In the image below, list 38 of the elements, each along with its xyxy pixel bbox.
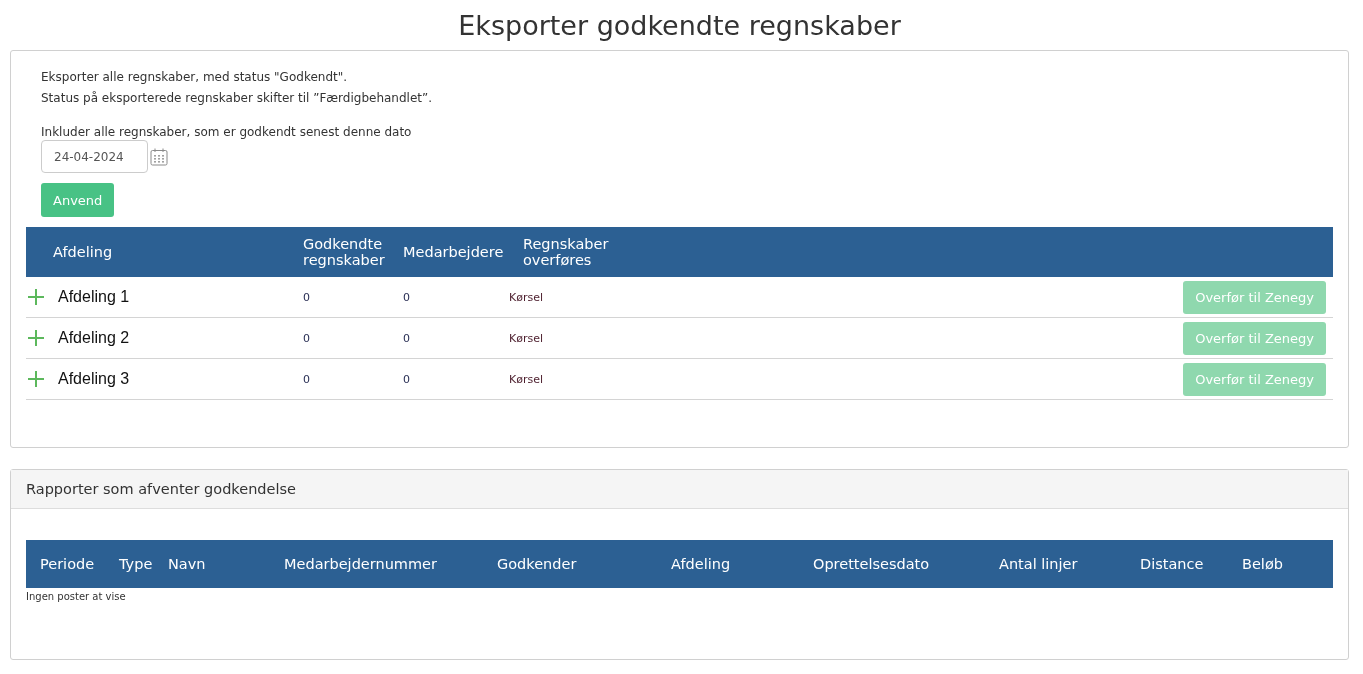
column-header: Afdeling: [52, 244, 113, 260]
column-header: Afdeling: [671, 556, 731, 572]
column-header: Beløb: [1242, 556, 1283, 572]
plus-icon[interactable]: [28, 371, 44, 387]
column-header: Medarbejdere: [403, 244, 504, 260]
apply-button[interactable]: Anvend: [41, 183, 115, 217]
column-header: Medarbejdernummer: [284, 556, 437, 572]
table-cell: Kørsel: [509, 331, 544, 345]
intro-text: Eksporter alle regnskaber, med status "Godkendt".: [41, 69, 348, 86]
plus-icon[interactable]: [28, 330, 44, 346]
column-header: Periode: [40, 556, 95, 572]
plus-icon[interactable]: [28, 289, 44, 305]
table-cell: 0: [403, 372, 410, 386]
department-name: Afdeling 2: [58, 329, 130, 347]
table-cell: 0: [303, 331, 310, 345]
column-header: Type: [119, 556, 153, 572]
department-name: Afdeling 1: [58, 288, 130, 306]
column-header: Regnskaber overføres: [523, 236, 610, 268]
table-cell: 0: [303, 290, 310, 304]
page-title: Eksporter godkendte regnskaber: [458, 9, 901, 41]
table-cell: 0: [303, 372, 310, 386]
column-header: Navn: [168, 556, 206, 572]
intro-text: Status på eksporterede regnskaber skifter til ”Færdigbehandlet”.: [41, 90, 433, 107]
department-name: Afdeling 3: [58, 370, 130, 388]
table-cell: 0: [403, 290, 410, 304]
table-cell: Kørsel: [509, 290, 544, 304]
column-header: Distance: [1140, 556, 1204, 572]
panel-title: Rapporter som afventer godkendelse: [26, 481, 296, 497]
table-cell: Kørsel: [509, 372, 544, 386]
empty-message: Ingen poster at vise: [26, 591, 126, 602]
column-header: Godkender: [497, 556, 577, 572]
calendar-icon[interactable]: [150, 147, 168, 166]
date-field[interactable]: 24-04-2024: [41, 140, 148, 173]
date-label: Inkluder alle regnskaber, som er godkendt senest denne dato: [41, 124, 412, 140]
column-header: Antal linjer: [999, 556, 1078, 572]
column-header: Oprettelsesdato: [813, 556, 930, 572]
table-cell: 0: [403, 331, 410, 345]
column-header: Godkendte regnskaber: [303, 236, 386, 268]
